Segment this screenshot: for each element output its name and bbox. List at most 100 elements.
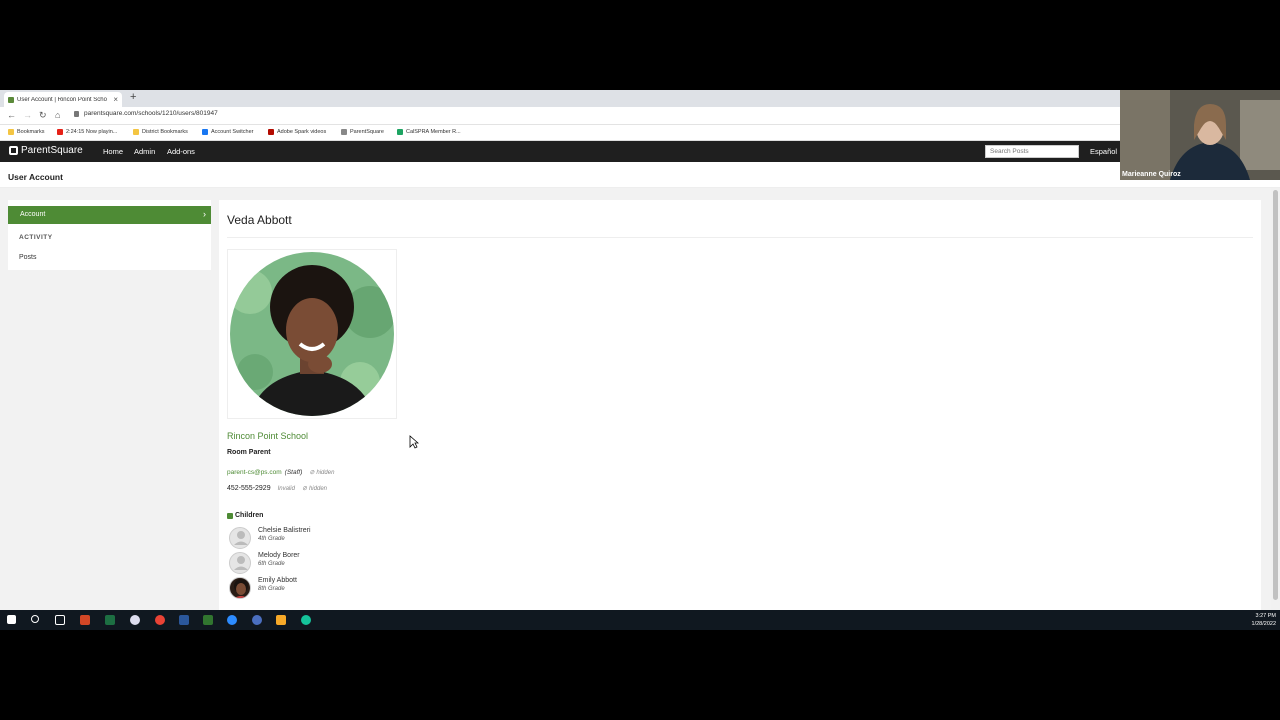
chrome-icon[interactable]	[155, 615, 165, 625]
url-text: parentsquare.com/schools/1210/users/8019…	[84, 110, 218, 117]
sidebar-item-posts[interactable]: Posts	[19, 254, 37, 261]
bookmark-icon	[202, 129, 208, 135]
page-scrollbar[interactable]	[1271, 188, 1280, 610]
bookmark-label: ParentSquare	[350, 129, 384, 135]
bookmarks-bar: Bookmarks 2:24:15 Now playin... District B…	[0, 125, 1280, 141]
zoom-icon[interactable]	[227, 615, 237, 625]
profile-name: Veda Abbott	[227, 213, 292, 227]
app-navbar: ParentSquare Home Admin Add-ons Español	[0, 141, 1280, 162]
lock-icon	[74, 110, 79, 117]
child-photo	[234, 579, 248, 598]
participant-video	[1120, 90, 1280, 180]
chevron-right-icon: ›	[203, 209, 206, 219]
search-posts-input[interactable]	[985, 145, 1079, 158]
grammarly-icon[interactable]	[301, 615, 311, 625]
bookmark-item[interactable]: Adobe Spark videos	[268, 129, 326, 135]
nav-addons-link[interactable]: Add-ons	[167, 147, 195, 156]
bookmark-item[interactable]: Account Switcher	[202, 129, 254, 135]
video-call-overlay: Marieanne Quiroz	[1120, 90, 1280, 180]
browser-tab[interactable]: User Account | Rincon Point Scho ×	[4, 92, 122, 107]
phone-row: 452-555-2929 Invalid ⊘ hidden	[227, 485, 327, 492]
bookmark-icon	[133, 129, 139, 135]
child-info: Emily Abbott 8th Grade	[258, 577, 297, 592]
content-area: Account › ACTIVITY Posts Veda Abbott Rin…	[0, 188, 1271, 620]
profile-card: Veda Abbott Rincon Point School Room Par…	[219, 200, 1261, 620]
search-icon[interactable]	[31, 615, 39, 623]
taskbar-clock[interactable]: 3:27 PM 1/28/2022	[1252, 612, 1276, 628]
divider	[227, 237, 1253, 238]
back-arrow-icon[interactable]: ←	[7, 110, 16, 120]
tab-title: User Account | Rincon Point Scho	[17, 96, 107, 103]
sidebar-item-account[interactable]: Account ›	[8, 206, 211, 224]
bookmark-label: Bookmarks	[17, 129, 45, 135]
eye-slash-icon: ⊘	[309, 470, 315, 476]
children-heading: Children	[227, 512, 263, 519]
forward-arrow-icon[interactable]: →	[23, 110, 32, 120]
child-avatar	[229, 577, 251, 599]
powerpoint-icon[interactable]	[80, 615, 90, 625]
bookmark-label: District Bookmarks	[142, 129, 188, 135]
bookmark-icon	[57, 129, 63, 135]
user-role: Room Parent	[227, 449, 271, 456]
email-link[interactable]: parent-cs@ps.com	[227, 469, 282, 476]
outlook-icon[interactable]	[276, 615, 286, 625]
parentsquare-favicon-icon	[8, 96, 14, 103]
bookmark-icon	[341, 129, 347, 135]
new-tab-button[interactable]: +	[130, 91, 136, 103]
browser-app-icon[interactable]	[252, 615, 262, 625]
bookmark-label: Adobe Spark videos	[277, 129, 327, 135]
url-field[interactable]: parentsquare.com/schools/1210/users/8019…	[74, 110, 218, 117]
child-info: Melody Borer 6th Grade	[258, 552, 300, 567]
phone-number: 452-555-2929	[227, 485, 271, 492]
profile-photo-frame	[227, 249, 397, 419]
sidebar: Account › ACTIVITY Posts	[8, 200, 211, 270]
tab-bar: User Account | Rincon Point Scho × +	[0, 90, 1280, 107]
parentsquare-logo[interactable]: ParentSquare	[9, 145, 83, 156]
avatar-placeholder-icon	[229, 552, 251, 574]
sidebar-item-label: Account	[20, 211, 46, 218]
bookmark-item[interactable]: District Bookmarks	[133, 129, 188, 135]
bookmark-item[interactable]: 2:24:15 Now playin...	[57, 129, 117, 135]
person-icon	[234, 556, 248, 570]
child-name[interactable]: Chelsie Balistreri	[258, 527, 311, 534]
lock-icon	[227, 512, 233, 519]
language-toggle-link[interactable]: Español	[1090, 147, 1117, 156]
bookmark-item[interactable]: CalSPRA Member R...	[397, 129, 461, 135]
child-grade: 6th Grade	[258, 561, 285, 567]
close-tab-icon[interactable]: ×	[113, 95, 118, 104]
email-hidden-status: ⊘ hidden	[309, 469, 335, 477]
child-grade: 8th Grade	[258, 586, 285, 592]
school-link[interactable]: Rincon Point School	[227, 431, 308, 441]
child-list-item[interactable]: Melody Borer 6th Grade	[229, 552, 300, 574]
email-staff-tag: (Staff)	[284, 469, 303, 476]
app-icon[interactable]	[130, 615, 140, 625]
avatar-placeholder-icon	[229, 527, 251, 549]
page-title: User Account	[8, 172, 63, 182]
mouse-cursor-icon	[409, 435, 419, 449]
bookmark-item[interactable]: Bookmarks	[8, 129, 45, 135]
child-name[interactable]: Melody Borer	[258, 552, 300, 559]
email-hidden-label: hidden	[316, 469, 335, 476]
home-icon[interactable]: ⌂	[55, 110, 60, 120]
brand-name: ParentSquare	[21, 145, 83, 156]
publisher-icon[interactable]	[203, 615, 213, 625]
nav-home-link[interactable]: Home	[103, 147, 123, 156]
child-list-item[interactable]: Chelsie Balistreri 4th Grade	[229, 527, 311, 549]
task-view-icon[interactable]	[55, 615, 65, 625]
windows-start-icon[interactable]	[7, 615, 16, 624]
nav-admin-link[interactable]: Admin	[134, 147, 155, 156]
participant-name: Marieanne Quiroz	[1122, 171, 1181, 178]
phone-hidden-label: hidden	[308, 485, 327, 492]
bookmark-item[interactable]: ParentSquare	[341, 129, 384, 135]
taskbar: 3:27 PM 1/28/2022	[0, 610, 1280, 630]
child-name[interactable]: Emily Abbott	[258, 577, 297, 584]
excel-icon[interactable]	[105, 615, 115, 625]
reload-icon[interactable]: ↻	[39, 110, 47, 121]
children-heading-label: Children	[235, 512, 264, 519]
child-list-item[interactable]: Emily Abbott 8th Grade	[229, 577, 297, 599]
scrollbar-thumb[interactable]	[1273, 190, 1278, 600]
clock-date: 1/28/2022	[1251, 621, 1276, 627]
word-icon[interactable]	[179, 615, 189, 625]
bookmark-icon	[268, 129, 274, 135]
eye-slash-icon: ⊘	[301, 486, 307, 492]
